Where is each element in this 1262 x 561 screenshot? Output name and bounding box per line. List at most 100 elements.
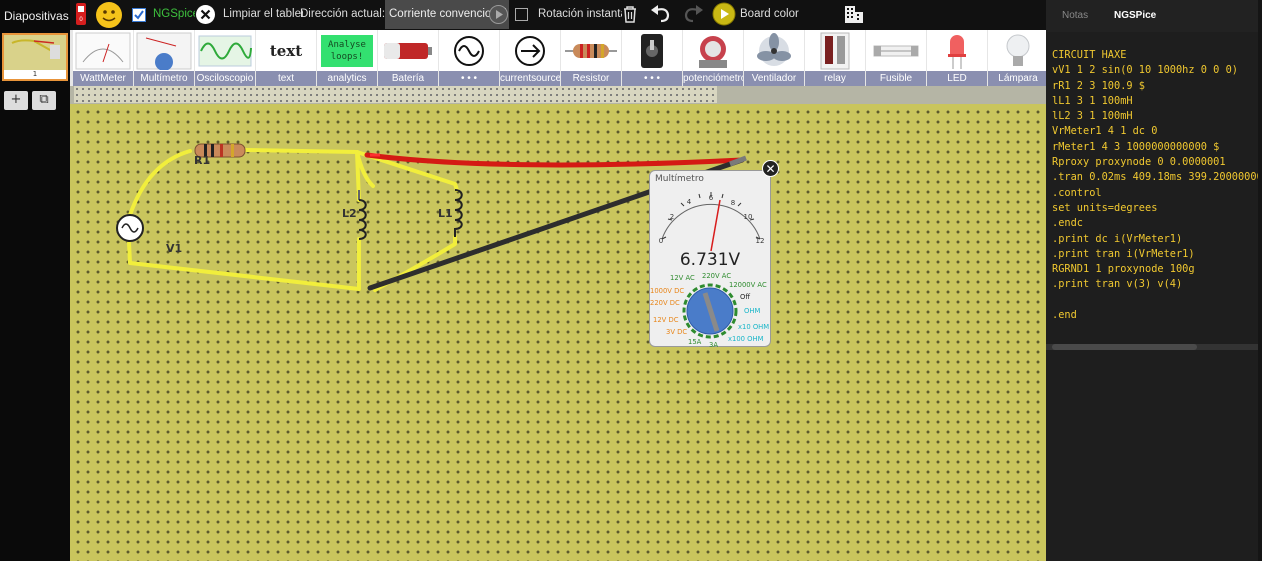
palette-item-ac-source[interactable]: • • • (439, 30, 499, 86)
ngspice-label: NGSpice (153, 8, 195, 20)
slide-thumbnail[interactable]: 1 (2, 33, 68, 81)
tab-notas[interactable]: Notas (1062, 10, 1088, 21)
palette-item-fusible[interactable]: Fusible (866, 30, 926, 86)
code-line: rMeter1 4 3 1000000000000 $ (1052, 140, 1220, 153)
svg-text:12: 12 (756, 237, 765, 245)
svg-text:12V DC: 12V DC (653, 316, 679, 324)
svg-text:220V DC: 220V DC (650, 299, 680, 307)
code-line: rR1 2 3 100.9 $ (1052, 79, 1145, 92)
multimeter[interactable]: Multímetro 0 2 4 6 8 10 12 12V AC 220V A… (649, 170, 771, 348)
led-icon (927, 32, 987, 70)
play-icon[interactable] (488, 4, 509, 25)
svg-text:10: 10 (744, 213, 753, 221)
tab-ngspice[interactable]: NGSPice (1114, 10, 1156, 21)
board-color-icon[interactable] (712, 2, 736, 26)
code-line: .control (1052, 186, 1102, 199)
code-line: .print tran v(3) v(4) (1052, 278, 1183, 291)
svg-text:12000V AC: 12000V AC (729, 281, 767, 289)
wire-v1-to-r1 (128, 149, 192, 217)
palette-item-bateria[interactable]: Batería (378, 30, 438, 86)
horizontal-scrollbar[interactable] (1046, 344, 1262, 350)
rotation-label: Rotación instantánea (538, 8, 622, 20)
palette-item-resistor[interactable]: Resistor (561, 30, 621, 86)
copy-slide-button[interactable]: ⧉ (32, 91, 56, 110)
code-line: .print tran i(VrMeter1) (1052, 247, 1195, 260)
meter-needle (710, 199, 721, 252)
wire-r1-to-node3 (243, 148, 359, 154)
ngspice-checkbox[interactable] (132, 8, 146, 22)
slide-number: 1 (4, 70, 66, 79)
netlist-editor[interactable]: CIRCUIT HAXE vV1 1 2 sin(0 10 1000hz 0 0 … (1052, 48, 1260, 338)
label-l2: L2 (342, 207, 357, 220)
current-source-icon (500, 32, 560, 70)
code-line: Rproxy proxynode 0 0.0000001 (1052, 156, 1226, 169)
palette-item-potenciometro[interactable]: potenciómetro (683, 30, 743, 86)
palette-item-currentsource[interactable]: currentsource (500, 30, 560, 86)
oscilloscope-icon (195, 32, 255, 70)
svg-text:3A: 3A (709, 341, 718, 348)
code-line: CIRCUIT HAXE (1052, 49, 1127, 61)
fan-icon (744, 32, 804, 70)
svg-text:15A: 15A (688, 338, 702, 346)
code-line: .tran 0.02ms 409.18ms 399.20000000 (1052, 171, 1260, 184)
right-panel-tabs: Notas NGSPice (1046, 0, 1262, 32)
svg-text:6: 6 (709, 194, 714, 202)
palette-item-osciloscopio[interactable]: Osciloscopio (195, 30, 255, 86)
wattmeter-icon (73, 32, 133, 70)
svg-text:Off: Off (740, 293, 750, 301)
board-color-button[interactable]: Board color (740, 8, 799, 20)
palette-item-relay[interactable]: relay (805, 30, 865, 86)
code-line: .endc (1052, 217, 1083, 230)
vertical-scrollbar[interactable] (1258, 0, 1262, 561)
close-multimeter-icon[interactable]: ✕ (762, 160, 779, 177)
redo-icon[interactable] (682, 4, 704, 24)
fuse-icon (866, 32, 926, 70)
code-line: vV1 1 2 sin(0 10 1000hz 0 0 0) (1052, 64, 1238, 77)
app-window: Diapositivas 1 + ⧉ 0 NGSpice Limpiar el … (0, 0, 1262, 561)
palette-item-lampara[interactable]: Lámpara (988, 30, 1046, 86)
palette-item-switch[interactable]: • • • (622, 30, 682, 86)
ac-source-v1[interactable] (116, 214, 144, 242)
resistor-icon (561, 32, 621, 70)
power-switch-icon[interactable]: 0 (76, 3, 86, 25)
palette-item-analytics[interactable]: Analyse loops! analytics (317, 30, 377, 86)
slide-preview-icon (11, 39, 60, 59)
palette-item-multimetro[interactable]: Multímetro (134, 30, 194, 86)
code-line: .print dc i(VrMeter1) (1052, 232, 1183, 245)
clear-board-icon[interactable] (195, 4, 216, 25)
ac-source-icon (439, 32, 499, 70)
palette-item-text[interactable]: text text (256, 30, 316, 86)
code-line: .end (1052, 309, 1077, 322)
svg-text:220V AC: 220V AC (702, 272, 731, 280)
breadboard-rail (74, 86, 717, 103)
svg-text:4: 4 (687, 198, 692, 206)
trash-icon[interactable] (622, 4, 638, 24)
circuit-board[interactable]: V1 R1 L2 L1 (70, 104, 1046, 561)
component-palette: WattMeter Multímetro Osciloscopio text t… (70, 30, 1046, 86)
circuit-canvas[interactable]: V1 R1 L2 L1 (70, 104, 1046, 561)
code-line: lL2 3 1 100mH (1052, 110, 1133, 123)
red-probe-lead[interactable] (364, 152, 745, 168)
rotation-checkbox[interactable] (515, 8, 528, 21)
add-slide-button[interactable]: + (4, 91, 28, 110)
multimeter-icon (134, 32, 194, 70)
code-line: RGRND1 1 proxynode 100g (1052, 263, 1195, 276)
undo-icon[interactable] (650, 4, 672, 24)
svg-text:12V AC: 12V AC (670, 274, 695, 282)
palette-item-led[interactable]: LED (927, 30, 987, 86)
clear-board-button[interactable]: Limpiar el tablero (223, 8, 303, 20)
switch-icon (622, 32, 682, 70)
lamp-icon (988, 32, 1046, 70)
right-panel: Notas NGSPice CIRCUIT HAXE vV1 1 2 sin(0 … (1046, 0, 1262, 561)
palette-item-wattmeter[interactable]: WattMeter (73, 30, 133, 86)
top-toolbar: 0 NGSpice Limpiar el tablero Dirección a… (70, 0, 1046, 30)
smiley-icon[interactable] (95, 1, 123, 29)
code-line: set units=degrees (1052, 201, 1158, 214)
palette-item-ventilador[interactable]: Ventilador (744, 30, 804, 86)
relay-icon (805, 32, 865, 70)
label-l1: L1 (438, 207, 453, 220)
inductor-l1[interactable] (454, 189, 463, 237)
building-icon[interactable] (844, 4, 864, 24)
svg-text:x100 OHM: x100 OHM (728, 335, 764, 343)
slides-title: Diapositivas (4, 9, 69, 23)
